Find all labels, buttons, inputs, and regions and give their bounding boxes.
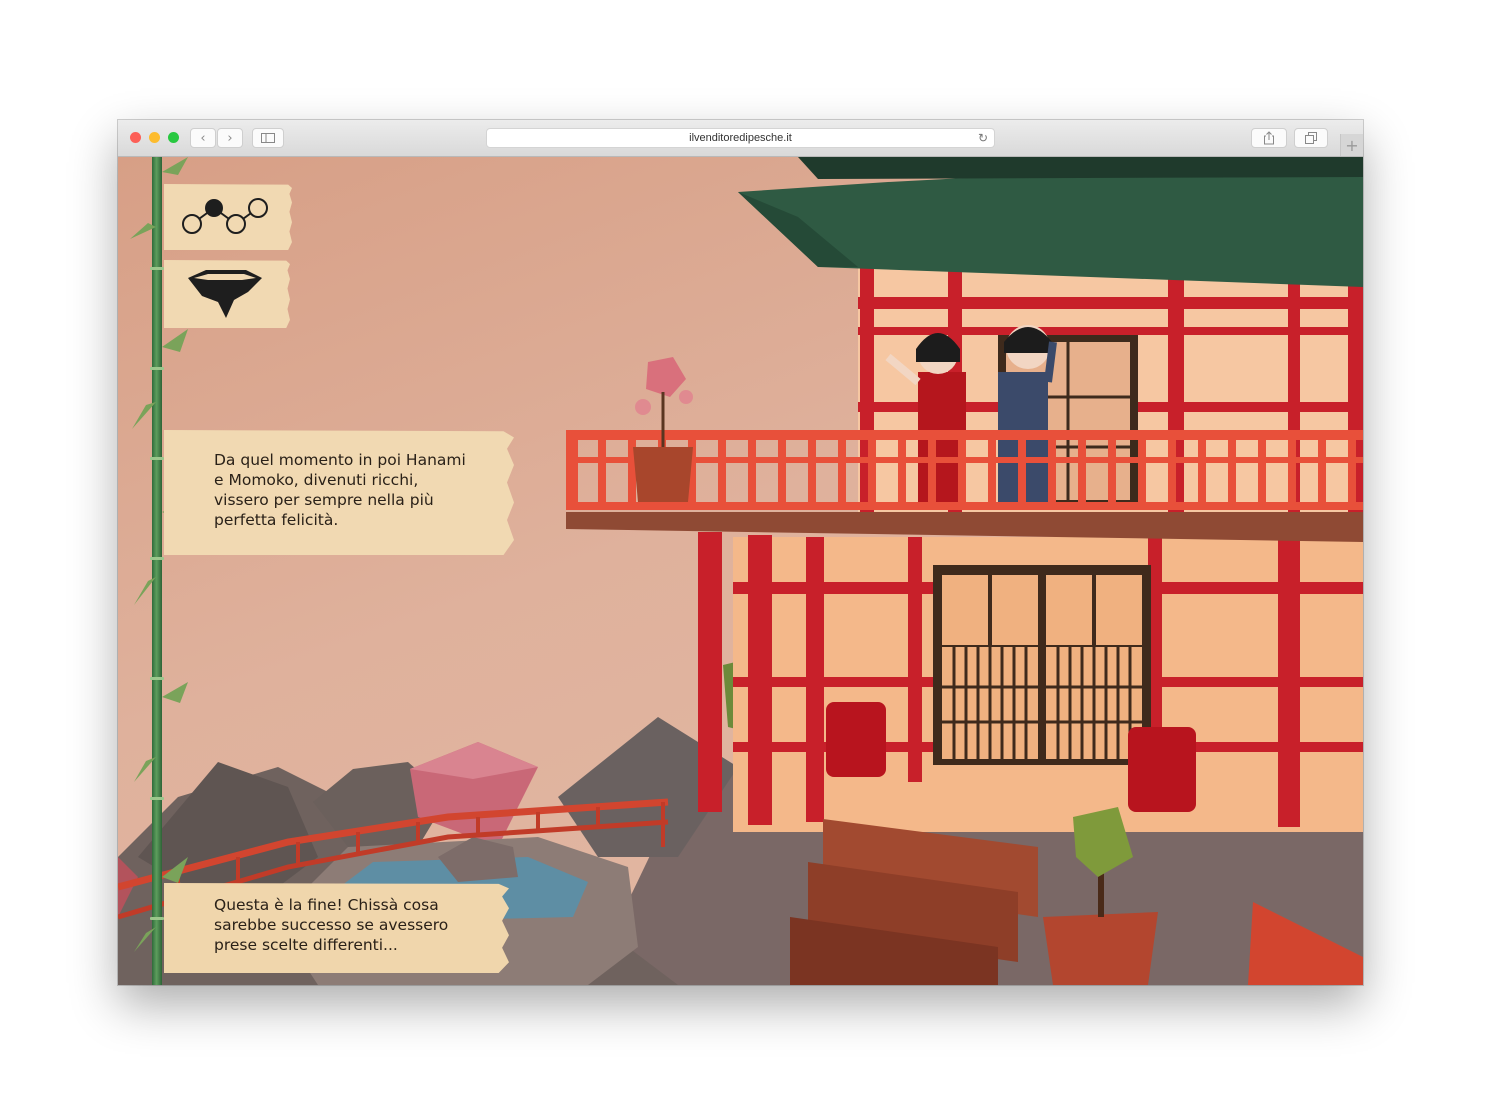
sidebar-button[interactable] bbox=[252, 128, 284, 148]
lantern-left bbox=[826, 702, 886, 777]
reload-icon[interactable]: ↻ bbox=[978, 131, 988, 145]
minimize-window-button[interactable] bbox=[149, 132, 160, 143]
forward-icon: › bbox=[227, 130, 233, 146]
game-scene[interactable] bbox=[118, 157, 1363, 985]
ending-text: Questa è la fine! Chissà cosa sarebbe su… bbox=[214, 896, 449, 954]
url-text: ilvenditoredipesche.it bbox=[689, 132, 792, 144]
plant-pot bbox=[1043, 912, 1158, 985]
plus-icon: + bbox=[1345, 135, 1359, 155]
back-button[interactable]: ‹ bbox=[190, 128, 216, 148]
blossom-plant bbox=[633, 357, 693, 502]
forward-button[interactable]: › bbox=[217, 128, 243, 148]
share-icon bbox=[1264, 131, 1274, 145]
lantern-right bbox=[1128, 727, 1196, 812]
tabs-icon bbox=[1305, 132, 1317, 144]
share-button[interactable] bbox=[1251, 128, 1287, 148]
tabs-overview-button[interactable] bbox=[1294, 128, 1328, 148]
ending-text-panel: Questa è la fine! Chissà cosa sarebbe su… bbox=[164, 883, 509, 973]
address-bar[interactable]: ilvenditoredipesche.it ↻ bbox=[486, 128, 995, 148]
sidebar-icon bbox=[261, 133, 275, 143]
new-tab-button[interactable]: + bbox=[1340, 134, 1363, 156]
floating-island-icon bbox=[188, 270, 262, 318]
browser-toolbar: ‹ › ilvenditoredipesche.it ↻ + bbox=[118, 120, 1363, 157]
story-text: Da quel momento in poi Hanami e Momoko, … bbox=[214, 451, 466, 529]
browser-window: ‹ › ilvenditoredipesche.it ↻ + Da quel m… bbox=[118, 120, 1363, 985]
close-window-button[interactable] bbox=[130, 132, 141, 143]
story-path-icon bbox=[182, 198, 268, 234]
island-map-button[interactable] bbox=[164, 260, 290, 328]
roof-eave bbox=[798, 157, 1363, 179]
story-path-button[interactable] bbox=[164, 184, 292, 250]
game-viewport: Da quel momento in poi Hanami e Momoko, … bbox=[118, 157, 1363, 985]
story-text-panel: Da quel momento in poi Hanami e Momoko, … bbox=[164, 430, 514, 555]
back-icon: ‹ bbox=[200, 130, 206, 146]
zoom-window-button[interactable] bbox=[168, 132, 179, 143]
